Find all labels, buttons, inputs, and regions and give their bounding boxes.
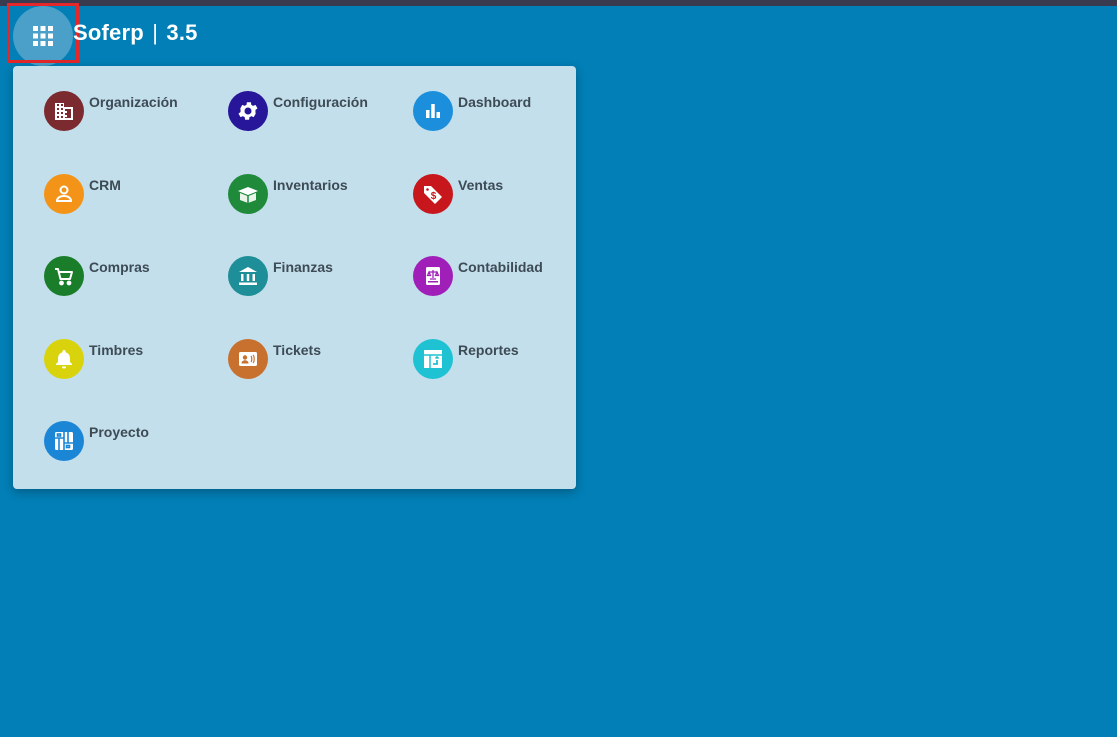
- contact-card-icon: [228, 339, 268, 379]
- report-arrows-icon: [413, 339, 453, 379]
- building-icon: [44, 91, 84, 131]
- menu-item-label: Configuración: [273, 94, 368, 110]
- menu-item-timbres[interactable]: Timbres: [44, 339, 214, 381]
- menu-item-crm[interactable]: CRM: [44, 174, 214, 216]
- project-board-icon: [44, 421, 84, 461]
- menu-item-label: Compras: [89, 259, 150, 275]
- menu-item-dashboard[interactable]: Dashboard: [413, 91, 583, 133]
- menu-item-label: Reportes: [458, 342, 519, 358]
- menu-item-label: Finanzas: [273, 259, 333, 275]
- menu-item-label: Dashboard: [458, 94, 532, 110]
- svg-text:$: $: [431, 191, 437, 202]
- apps-menu-panel: Organización Configuración Dashboard CRM: [13, 66, 576, 489]
- app-name: Soferp: [73, 20, 144, 45]
- ledger-scale-icon: [413, 256, 453, 296]
- menu-item-compras[interactable]: Compras: [44, 256, 214, 298]
- app-title: Soferp | 3.5: [73, 20, 198, 46]
- menu-item-proyecto[interactable]: Proyecto: [44, 421, 214, 463]
- menu-item-label: Proyecto: [89, 424, 149, 440]
- menu-item-organizacion[interactable]: Organización: [44, 91, 214, 133]
- menu-item-configuracion[interactable]: Configuración: [228, 91, 398, 133]
- box-icon: [228, 174, 268, 214]
- menu-item-inventarios[interactable]: Inventarios: [228, 174, 398, 216]
- bell-icon: [44, 339, 84, 379]
- cart-icon: [44, 256, 84, 296]
- bank-icon: [228, 256, 268, 296]
- top-strip: [0, 0, 1117, 6]
- menu-item-contabilidad[interactable]: Contabilidad: [413, 256, 583, 298]
- launcher-highlight: [7, 3, 79, 63]
- menu-item-label: CRM: [89, 177, 121, 193]
- menu-item-tickets[interactable]: Tickets: [228, 339, 398, 381]
- menu-item-ventas[interactable]: $ Ventas: [413, 174, 583, 216]
- menu-item-label: Inventarios: [273, 177, 348, 193]
- gear-icon: [228, 91, 268, 131]
- menu-item-label: Ventas: [458, 177, 504, 193]
- menu-item-label: Organización: [89, 94, 178, 110]
- title-separator: |: [152, 20, 159, 45]
- person-icon: [44, 174, 84, 214]
- menu-item-label: Contabilidad: [458, 259, 543, 275]
- menu-item-label: Tickets: [273, 342, 321, 358]
- app-version: 3.5: [166, 20, 198, 45]
- bar-chart-icon: [413, 91, 453, 131]
- menu-item-reportes[interactable]: Reportes: [413, 339, 583, 381]
- menu-item-label: Timbres: [89, 342, 144, 358]
- menu-item-finanzas[interactable]: Finanzas: [228, 256, 398, 298]
- price-tag-icon: $: [413, 174, 453, 214]
